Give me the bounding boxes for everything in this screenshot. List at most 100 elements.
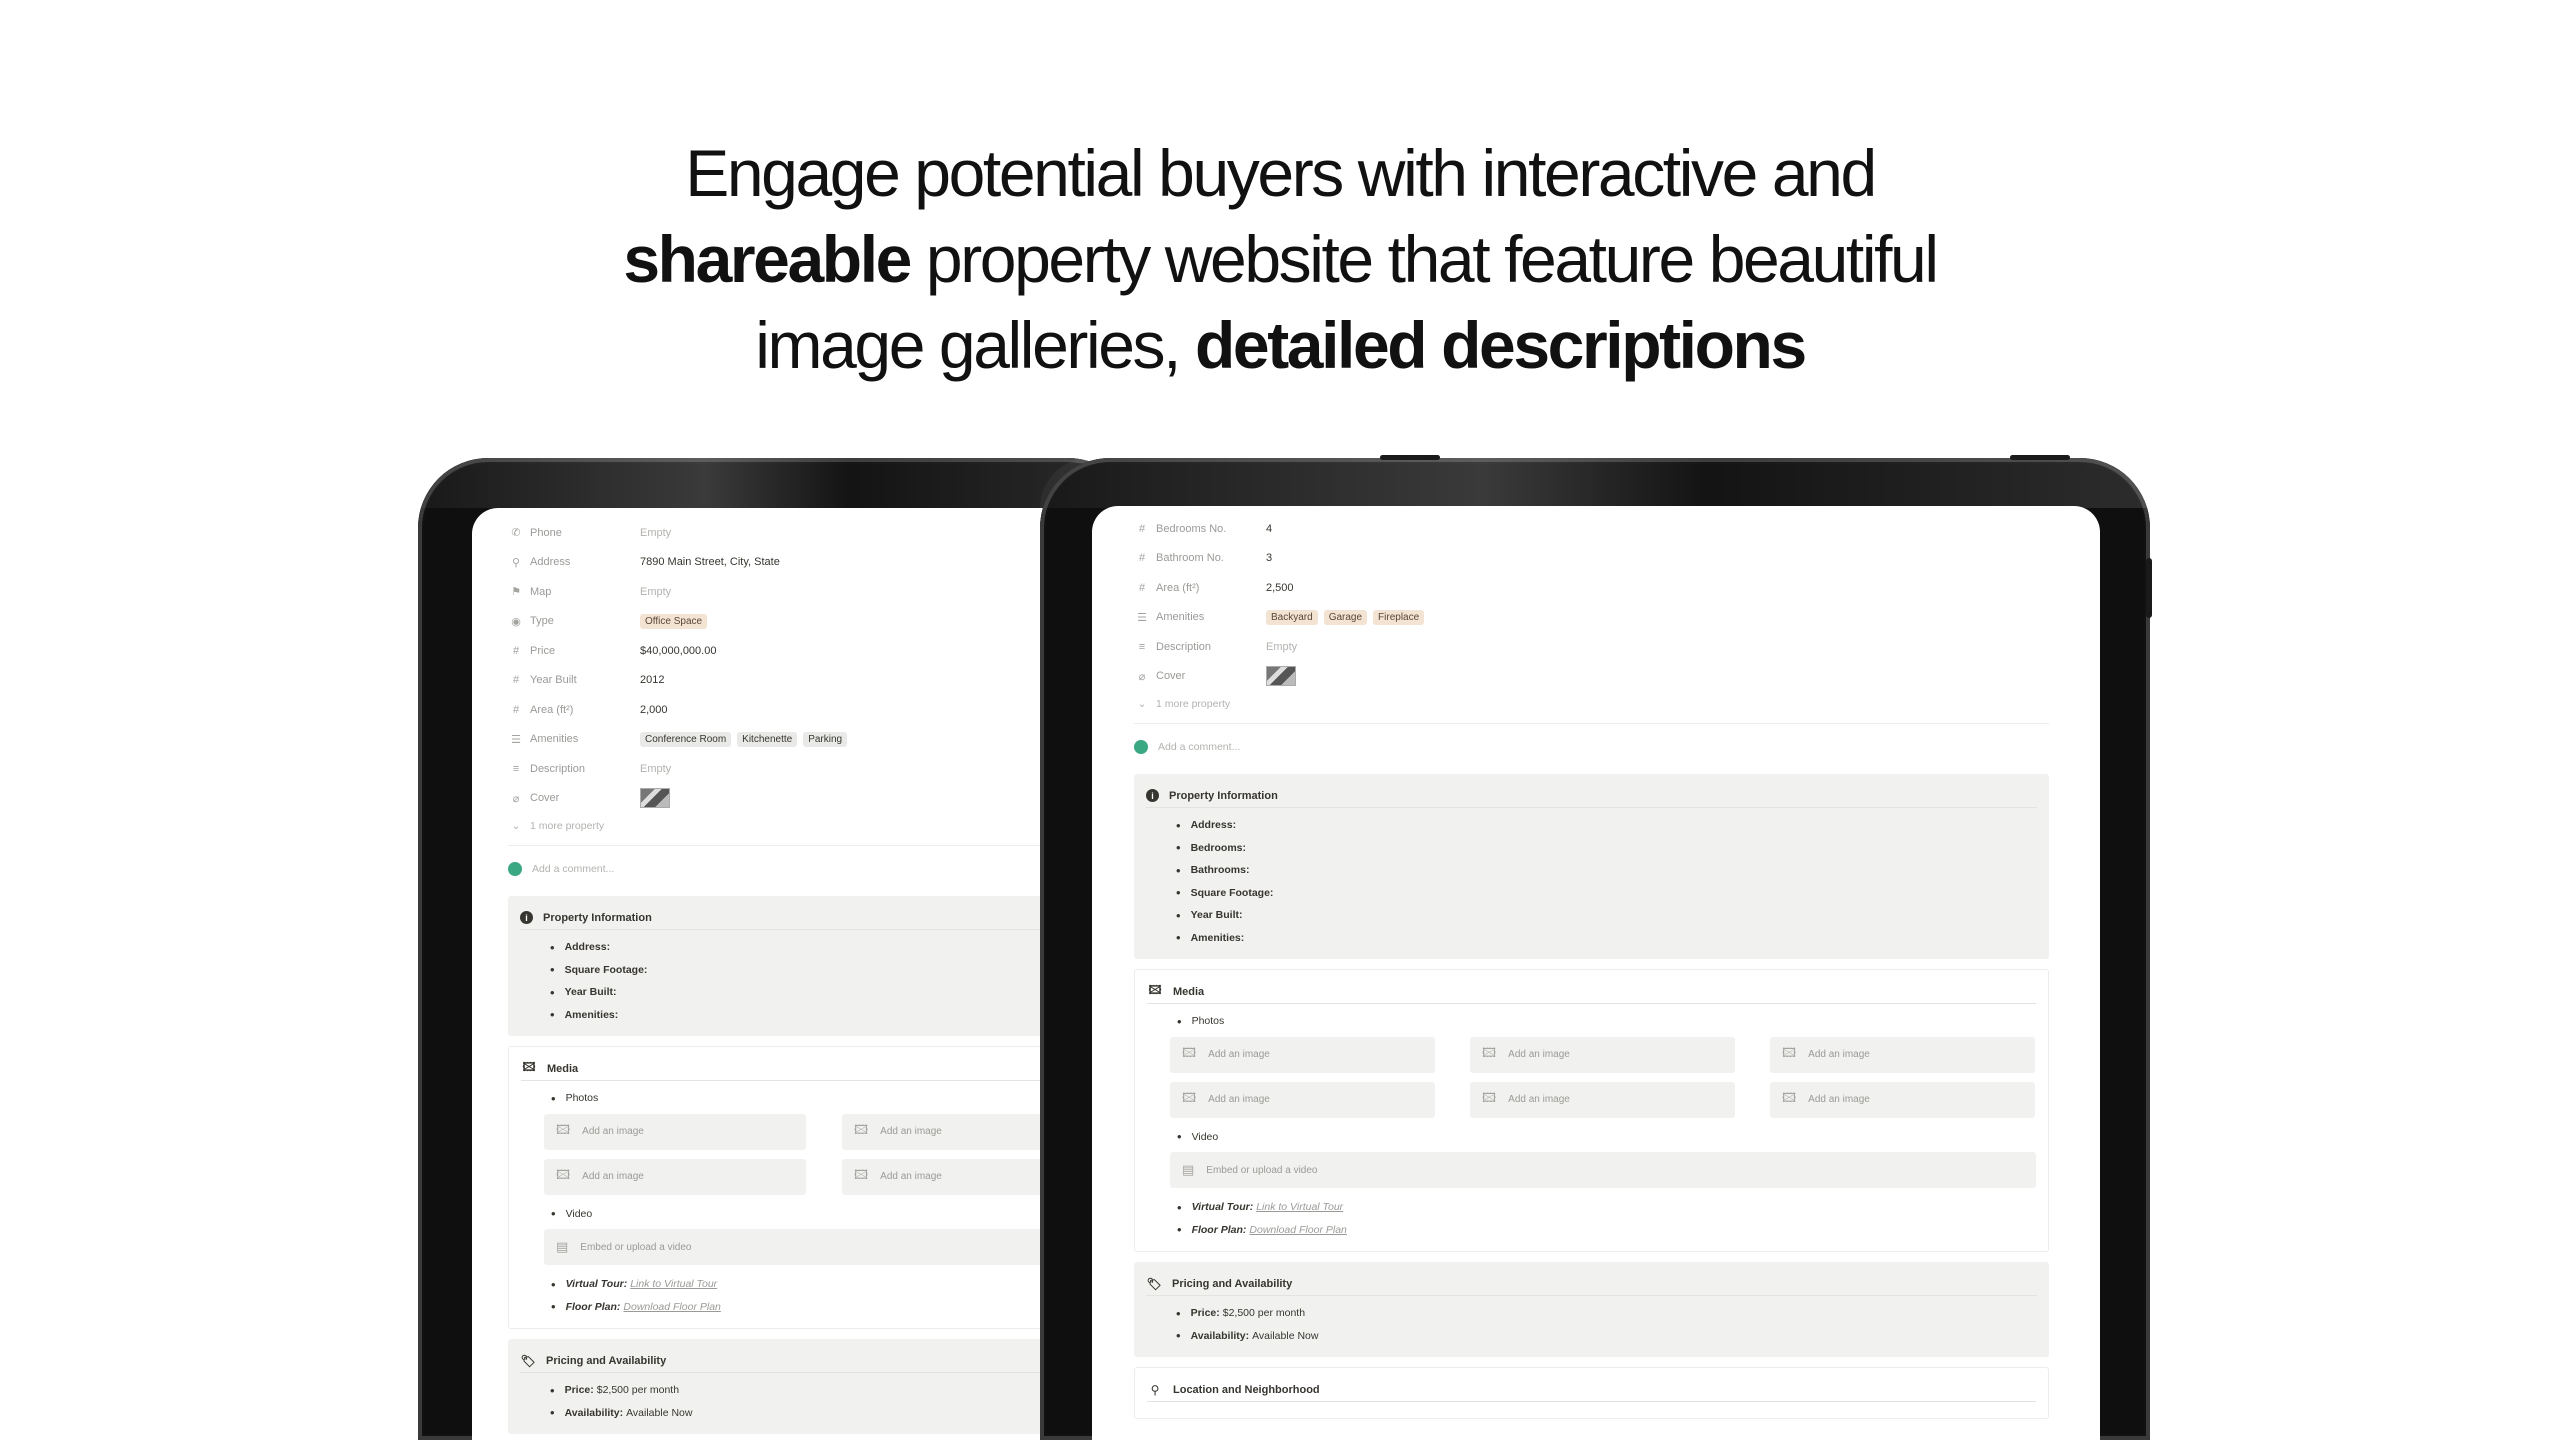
property-value-cell[interactable]: Conference Room Kitchenette Parking bbox=[640, 731, 853, 747]
front-media-callout: 🖾 Media Photos 🖾 Add an image 🖾 Add an image… bbox=[1134, 969, 2049, 1252]
add-image-placeholder[interactable]: 🖾 Add an image bbox=[544, 1158, 806, 1195]
headline-line-2: shareable property website that feature … bbox=[0, 216, 2560, 302]
list-item-label: Year Built: bbox=[564, 986, 617, 999]
front-location-header: ⚲ Location and Neighborhood bbox=[1147, 1378, 2036, 1402]
property-value-cell[interactable]: Office Space bbox=[640, 613, 713, 629]
front-price-item: Price:$2,500 per month bbox=[1146, 1302, 2037, 1325]
add-image-placeholder[interactable]: 🖾 Add an image bbox=[1470, 1081, 1735, 1118]
front-info-title: Property Information bbox=[1169, 789, 1278, 802]
add-image-placeholder[interactable]: 🖾 Add an image bbox=[1770, 1036, 2035, 1073]
front-photos-label: Photos bbox=[1147, 1010, 2036, 1033]
property-value: 3 bbox=[1266, 552, 1273, 565]
property-value-cell[interactable]: Empty bbox=[640, 586, 671, 598]
list-item: Bedrooms: bbox=[1146, 837, 2037, 860]
add-image-placeholder[interactable]: 🖾 Add an image bbox=[1170, 1036, 1435, 1073]
property-key-label: Type bbox=[530, 615, 554, 628]
tablet-top-button bbox=[1380, 455, 1440, 460]
back-price-item: Price:$2,500 per month bbox=[520, 1379, 1116, 1402]
property-value-cell[interactable] bbox=[1266, 666, 1296, 687]
property-key-label: Description bbox=[1156, 640, 1212, 653]
front-pricing-title: Pricing and Availability bbox=[1172, 1277, 1293, 1290]
property-key: ≡ Description bbox=[508, 763, 640, 775]
image-icon: 🖾 bbox=[854, 1121, 869, 1137]
property-value-cell[interactable]: 2,500 bbox=[1266, 582, 1294, 594]
front-virtual-tour-item: Virtual Tour:Link to Virtual Tour bbox=[1147, 1196, 2036, 1219]
cover-thumbnail[interactable] bbox=[1266, 666, 1296, 687]
add-image-placeholder[interactable]: 🖾 Add an image bbox=[1770, 1081, 2035, 1118]
back-availability-item: Availability:Available Now bbox=[520, 1402, 1116, 1425]
front-comment-placeholder: Add a comment... bbox=[1158, 741, 1241, 753]
image-icon: 🖾 bbox=[556, 1121, 571, 1137]
property-value-cell[interactable]: Backyard Garage Fireplace bbox=[1266, 609, 1430, 625]
front-comment-box[interactable]: Add a comment... bbox=[1134, 730, 2049, 764]
list-item: Bathrooms: bbox=[1146, 859, 2037, 882]
hash-icon: # bbox=[1138, 522, 1146, 535]
add-image-label: Add an image bbox=[1208, 1094, 1270, 1105]
image-icon: 🖾 bbox=[1782, 1089, 1797, 1105]
text-icon: ≡ bbox=[1138, 640, 1146, 653]
property-value-cell[interactable]: 2012 bbox=[640, 674, 664, 686]
list-item-label: Bedrooms: bbox=[1190, 841, 1246, 854]
property-key-label: Year Built bbox=[530, 674, 577, 687]
back-info-header: i Property Information bbox=[520, 906, 1116, 930]
headline-line-2-rest: property website that feature beautiful bbox=[909, 222, 1939, 296]
hash-icon: # bbox=[512, 674, 520, 687]
property-value-cell[interactable]: $40,000,000.00 bbox=[640, 645, 716, 657]
property-key: # Area (ft²) bbox=[1134, 582, 1266, 594]
list-item: Address: bbox=[520, 936, 1116, 959]
front-info-list: Address: Bedrooms: Bathrooms: Square Footag… bbox=[1146, 814, 2037, 949]
property-key: ≡ Description bbox=[1134, 641, 1266, 653]
cover-thumbnail[interactable] bbox=[640, 788, 670, 809]
property-tag: Garage bbox=[1323, 609, 1368, 625]
front-divider bbox=[1134, 723, 2049, 724]
property-value-cell[interactable]: 4 bbox=[1266, 523, 1272, 535]
add-image-label: Add an image bbox=[582, 1171, 644, 1182]
front-floor-plan-link[interactable]: Download Floor Plan bbox=[1249, 1224, 1346, 1236]
property-value-cell[interactable]: 2,000 bbox=[640, 704, 668, 716]
property-key-label: Phone bbox=[530, 526, 562, 539]
property-tag: Conference Room bbox=[640, 731, 732, 747]
property-row[interactable]: ☰ Amenities Backyard Garage Fireplace bbox=[1134, 603, 2049, 633]
property-row[interactable]: ≡ Description Empty bbox=[1134, 632, 2049, 662]
add-image-label: Add an image bbox=[1808, 1049, 1870, 1060]
property-key: ⌀ Cover bbox=[1134, 670, 1266, 683]
front-more-properties[interactable]: ⌄ 1 more property bbox=[1134, 691, 2049, 717]
property-value-cell[interactable] bbox=[640, 788, 670, 809]
property-value: Empty bbox=[1266, 640, 1298, 653]
list-item-label: Amenities: bbox=[1190, 931, 1245, 944]
front-location-callout: ⚲ Location and Neighborhood bbox=[1134, 1367, 2049, 1419]
back-photos-label: Photos bbox=[521, 1087, 1115, 1110]
back-image-grid: 🖾 Add an image 🖾 Add an image 🖾 Add an image 🖾… bbox=[521, 1113, 1115, 1195]
tablet-front: # Bedrooms No. 4 # Bathroom No. 3 # Area (ft²) 2… bbox=[1040, 455, 2152, 1440]
add-image-placeholder[interactable]: 🖾 Add an image bbox=[1170, 1081, 1435, 1118]
tag-icon: 🏷 bbox=[1146, 1276, 1162, 1291]
property-value-cell[interactable]: 7890 Main Street, City, State bbox=[640, 556, 780, 568]
property-value-cell[interactable]: Empty bbox=[1266, 641, 1297, 653]
property-row[interactable]: # Bathroom No. 3 bbox=[1134, 544, 2049, 574]
pin-icon: ⚲ bbox=[511, 556, 521, 569]
list-item-label: Amenities: bbox=[564, 1008, 619, 1021]
property-value-cell[interactable]: 3 bbox=[1266, 552, 1272, 564]
property-row[interactable]: ⌀ Cover bbox=[1134, 662, 2049, 692]
front-embed-video[interactable]: ▤ Embed or upload a video bbox=[1170, 1152, 2036, 1188]
front-virtual-tour-link[interactable]: Link to Virtual Tour bbox=[1256, 1201, 1343, 1213]
property-row[interactable]: # Area (ft²) 2,500 bbox=[1134, 573, 2049, 603]
add-image-placeholder[interactable]: 🖾 Add an image bbox=[544, 1113, 806, 1150]
property-value-cell[interactable]: Empty bbox=[640, 527, 671, 539]
back-embed-video[interactable]: ▤ Embed or upload a video bbox=[544, 1229, 1115, 1265]
add-image-placeholder[interactable]: 🖾 Add an image bbox=[1470, 1036, 1735, 1073]
avatar bbox=[508, 862, 522, 876]
front-media-header: 🖾 Media bbox=[1147, 980, 2036, 1004]
phone-icon: ✆ bbox=[511, 527, 521, 540]
back-info-list: Address: Square Footage: Year Built: Amenit… bbox=[520, 936, 1116, 1026]
back-media-header: 🖾 Media bbox=[521, 1057, 1115, 1081]
property-value-cell[interactable]: Empty bbox=[640, 763, 671, 775]
property-key: # Price bbox=[508, 645, 640, 657]
property-value: Empty bbox=[640, 762, 672, 775]
property-key-label: Description bbox=[530, 762, 586, 775]
back-virtual-tour-link[interactable]: Link to Virtual Tour bbox=[630, 1278, 717, 1290]
tablet-back-screen: ✆ Phone Empty ⚲ Address 7890 Main Street, Cit… bbox=[472, 508, 1138, 1440]
property-row[interactable]: # Bedrooms No. 4 bbox=[1134, 514, 2049, 544]
hash-icon: # bbox=[512, 703, 520, 716]
back-floor-plan-link[interactable]: Download Floor Plan bbox=[623, 1301, 720, 1313]
